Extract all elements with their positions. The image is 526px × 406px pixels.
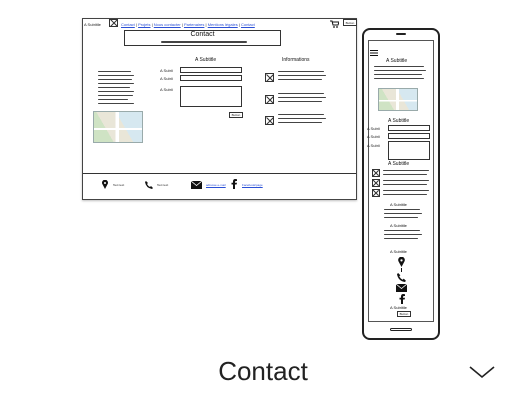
info-image-icon	[372, 179, 380, 187]
footer-facebook-link[interactable]: Facebook/page	[242, 183, 263, 188]
info-image-icon	[265, 95, 274, 104]
section-title: A Subtitle	[386, 58, 408, 64]
facebook-icon	[399, 294, 405, 304]
hamburger-menu-icon[interactable]	[370, 50, 378, 56]
section-title: A Subtitle	[390, 249, 407, 254]
phone-icon	[397, 273, 406, 282]
chevron-down-icon[interactable]	[468, 362, 496, 382]
page-title: Contact	[190, 31, 215, 38]
message-textarea[interactable]	[180, 86, 242, 107]
mobile-email-field[interactable]	[388, 133, 430, 139]
icon-connector	[401, 268, 402, 272]
mobile-name-field[interactable]	[388, 125, 430, 131]
map-image[interactable]	[93, 111, 143, 143]
field-label: A Subti	[160, 76, 173, 81]
field-label: A Subti	[367, 143, 380, 148]
footer-phone: Text text	[157, 183, 169, 187]
home-button	[390, 328, 412, 331]
section-title: A Subtitle	[388, 118, 410, 124]
info-image-icon	[265, 73, 274, 82]
map-pin-icon	[102, 180, 108, 189]
info-image-icon	[372, 169, 380, 177]
submit-button[interactable]: Button	[229, 112, 243, 118]
footer-divider	[83, 173, 356, 174]
map-pin-icon	[398, 257, 405, 267]
nav-link[interactable]: Projets	[138, 22, 150, 27]
field-label: A Subti	[367, 134, 380, 139]
info-image-icon	[372, 189, 380, 197]
mobile-submit-button[interactable]: Button	[397, 311, 411, 317]
section-title: A Subtitle	[390, 305, 407, 310]
section-title: A Subtitle	[390, 223, 407, 228]
header-button[interactable]: Button	[343, 19, 357, 26]
footer-address: Text text	[113, 183, 125, 187]
name-field[interactable]	[180, 67, 242, 73]
mobile-message-textarea[interactable]	[388, 141, 430, 160]
facebook-icon	[231, 179, 237, 189]
envelope-icon	[396, 284, 407, 292]
footer-email-link[interactable]: adresse e-mail	[206, 183, 226, 188]
nav-link[interactable]: Nous contacter	[154, 22, 181, 27]
nav-link[interactable]: Mentions légales	[208, 22, 238, 27]
email-field[interactable]	[180, 75, 242, 81]
mobile-mockup: A Subtitle A Subtitle A Subti A Subti A …	[362, 28, 440, 340]
field-label: A Subti	[367, 126, 380, 131]
form-title: A Subtitle	[195, 57, 217, 63]
brand-text: A Subtitle	[84, 22, 101, 27]
mobile-map-image[interactable]	[378, 88, 418, 111]
section-title: A Subtitle	[388, 161, 410, 167]
nav-link[interactable]: Contact	[241, 22, 255, 27]
nav-link[interactable]: Contact	[121, 22, 135, 27]
section-caption: Contact	[218, 356, 308, 386]
title-banner: Contact	[124, 30, 281, 46]
logo-placeholder-icon	[109, 19, 118, 27]
cart-icon[interactable]	[330, 20, 339, 28]
phone-icon	[145, 181, 153, 189]
envelope-icon	[191, 181, 202, 189]
info-image-icon	[265, 116, 274, 125]
desktop-mockup: A Subtitle Contact | Projets | Nous cont…	[82, 18, 357, 200]
field-label: A Subti	[160, 68, 173, 73]
nav-link[interactable]: Partenaires	[184, 22, 204, 27]
field-label: A Subti	[160, 87, 173, 92]
section-title: A Subtitle	[390, 202, 407, 207]
phone-speaker	[396, 33, 406, 35]
top-nav: Contact | Projets | Nous contacter | Par…	[121, 22, 255, 27]
info-title: Informations	[282, 57, 310, 63]
